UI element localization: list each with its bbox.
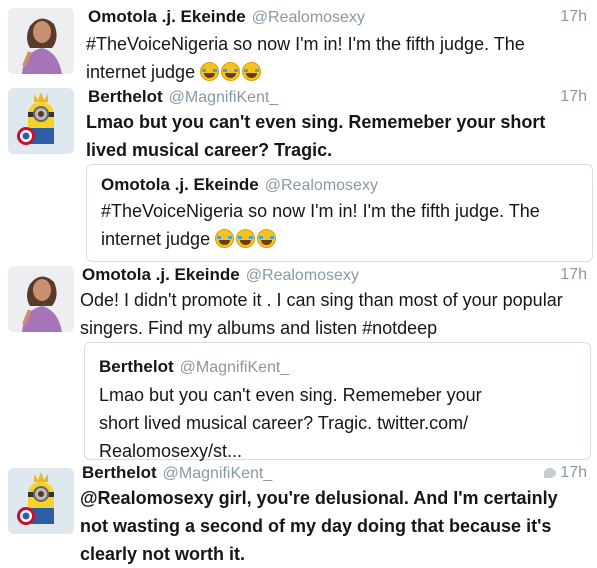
tears-of-joy-emoji-icon — [215, 229, 235, 248]
quoted-author-name: Berthelot @MagnifiKent_ — [99, 357, 290, 376]
quoted-tweet-text: #TheVoiceNigeria so now I'm in! I'm the … — [101, 201, 540, 249]
reply-indicator-icon — [544, 467, 557, 478]
tweet-text: Ode! I didn't promote it . I can sing th… — [80, 290, 563, 338]
tweet-text: @Realomosexy girl, you're delusional. An… — [80, 488, 558, 564]
tweet-1[interactable]: Omotola .j. Ekeinde @Realomosexy 17h #The… — [0, 0, 597, 82]
avatar-omotola[interactable] — [8, 266, 74, 332]
tweet-3[interactable]: Omotola .j. Ekeinde @Realomosexy 17h Ode!… — [0, 262, 597, 462]
tears-of-joy-emoji-icon — [242, 62, 262, 81]
timestamp[interactable]: 17h — [560, 266, 587, 284]
author-name[interactable]: Omotola .j. Ekeinde @Realomosexy — [82, 265, 359, 285]
author-handle[interactable]: @MagnifiKent_ — [163, 465, 273, 482]
timestamp[interactable]: 17h — [544, 464, 587, 482]
quoted-tweet-text: Lmao but you can't even sing. Rememeber … — [99, 385, 482, 461]
tears-of-joy-emoji-icon — [221, 62, 241, 81]
avatar-berthelot[interactable] — [8, 88, 74, 154]
tweet-2[interactable]: Berthelot @MagnifiKent_ 17h Lmao but you … — [0, 82, 597, 264]
author-handle[interactable]: @Realomosexy — [252, 9, 365, 26]
avatar-omotola[interactable] — [8, 8, 74, 74]
timestamp[interactable]: 17h — [560, 8, 587, 26]
tweet-text: Lmao but you can't even sing. Rememeber … — [86, 112, 546, 160]
author-handle[interactable]: @Realomosexy — [246, 267, 359, 284]
quoted-author-handle: @MagnifiKent_ — [179, 359, 290, 376]
author-name[interactable]: Berthelot @MagnifiKent_ — [82, 463, 272, 483]
tweet-4[interactable]: Berthelot @MagnifiKent_ 17h @Realomosexy … — [0, 462, 597, 564]
tears-of-joy-emoji-icon — [200, 62, 220, 81]
timestamp[interactable]: 17h — [560, 88, 587, 106]
quoted-tweet[interactable]: Berthelot @MagnifiKent_ Lmao but you can'… — [84, 342, 591, 461]
tears-of-joy-emoji-icon — [236, 229, 256, 248]
quoted-tweet[interactable]: Omotola .j. Ekeinde @Realomosexy #TheVoic… — [86, 164, 593, 262]
quoted-author-handle: @Realomosexy — [264, 177, 378, 194]
quoted-author-name: Omotola .j. Ekeinde @Realomosexy — [101, 175, 378, 194]
author-name[interactable]: Omotola .j. Ekeinde @Realomosexy — [88, 7, 365, 27]
author-handle[interactable]: @MagnifiKent_ — [169, 89, 279, 106]
tweet-text: #TheVoiceNigeria so now I'm in! I'm the … — [86, 34, 525, 82]
avatar-berthelot[interactable] — [8, 468, 74, 534]
author-name[interactable]: Berthelot @MagnifiKent_ — [88, 87, 278, 107]
tears-of-joy-emoji-icon — [257, 229, 277, 248]
